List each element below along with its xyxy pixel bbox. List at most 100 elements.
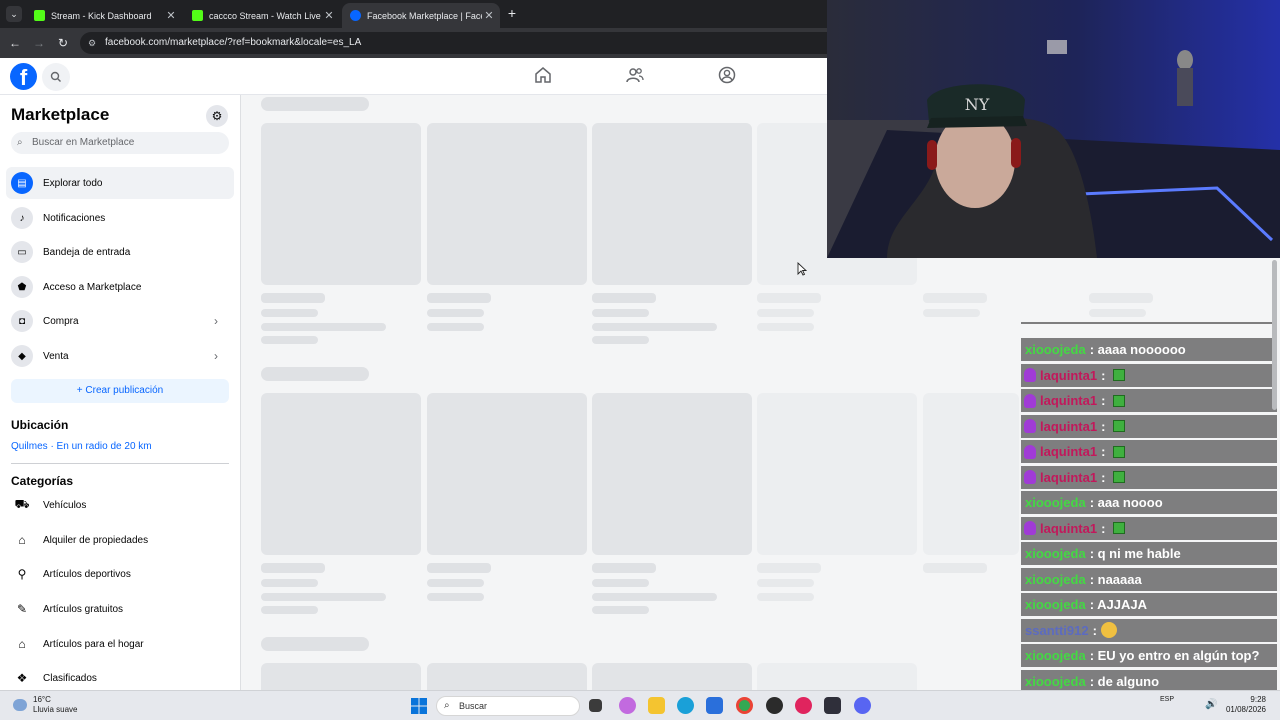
marketplace-search-input[interactable]: ⌕ Buscar en Marketplace: [11, 132, 229, 154]
location-link[interactable]: Quilmes · En un radio de 20 km: [11, 441, 152, 452]
friends-icon[interactable]: [626, 66, 646, 86]
chat-message: xiooojeda: de alguno: [1021, 669, 1277, 690]
sidebar-item-acceso[interactable]: ⬟ Acceso a Marketplace: [6, 271, 234, 303]
sidebar-item-explorar-todo[interactable]: ▤ Explorar todo: [6, 167, 234, 199]
skeleton-card: [592, 393, 752, 555]
category-hogar[interactable]: ⌂ Artículos para el hogar: [6, 628, 234, 660]
skeleton-heading: [261, 367, 369, 381]
shield-icon: ⬟: [11, 276, 33, 298]
search-icon[interactable]: [42, 63, 70, 91]
skeleton-line: [592, 606, 649, 614]
system-clock[interactable]: 9:28 01/08/2026: [1222, 695, 1266, 715]
webcam-app-icon[interactable]: [824, 697, 841, 714]
close-tab-icon[interactable]: ✕: [482, 9, 496, 22]
chat-message-text: :: [1092, 622, 1097, 638]
chat-message: laquinta1:: [1021, 414, 1277, 438]
chat-username[interactable]: ssantti912: [1025, 623, 1089, 638]
chat-message-text: : q ni me hable: [1089, 546, 1181, 561]
chat-username[interactable]: laquinta1: [1040, 393, 1097, 408]
chat-username[interactable]: xiooojeda: [1025, 597, 1086, 612]
site-info-icon[interactable]: ⚙: [88, 32, 96, 54]
volume-icon[interactable]: 🔊: [1205, 699, 1217, 710]
sidebar-item-venta[interactable]: ◆ Venta ›: [6, 340, 234, 372]
chat-username[interactable]: xiooojeda: [1025, 342, 1086, 357]
skeleton-line: [923, 293, 987, 303]
bag-icon: ◘: [11, 310, 33, 332]
taskbar-search-input[interactable]: ⌕ Buscar: [436, 696, 580, 716]
sidebar-item-bandeja[interactable]: ▭ Bandeja de entrada: [6, 236, 234, 268]
tab-kick-dashboard[interactable]: Stream - Kick Dashboard ✕: [26, 3, 182, 28]
search-placeholder: Buscar en Marketplace: [32, 137, 135, 148]
back-arrow-icon[interactable]: ←: [7, 35, 23, 51]
copilot-icon[interactable]: [619, 697, 636, 714]
category-vehiculos[interactable]: ⛟ Vehículos: [6, 489, 234, 521]
chat-username[interactable]: xiooojeda: [1025, 648, 1086, 663]
clock-time: 9:28: [1250, 695, 1266, 704]
recording-app-icon[interactable]: [795, 697, 812, 714]
chat-username[interactable]: xiooojeda: [1025, 546, 1086, 561]
category-gratuitos[interactable]: ✎ Artículos gratuitos: [6, 593, 234, 625]
chat-username[interactable]: laquinta1: [1040, 470, 1097, 485]
skeleton-line: [592, 309, 649, 317]
category-deportivos[interactable]: ⚲ Artículos deportivos: [6, 558, 234, 590]
category-label: Alquiler de propiedades: [43, 534, 149, 546]
discord-icon[interactable]: [854, 697, 871, 714]
file-explorer-icon[interactable]: [648, 697, 665, 714]
skeleton-line: [757, 293, 821, 303]
chat-username[interactable]: xiooojeda: [1025, 495, 1086, 510]
chat-message-text: :: [1101, 444, 1106, 459]
sidebar-item-notificaciones[interactable]: ♪ Notificaciones: [6, 202, 234, 234]
chat-message: xiooojeda: naaaaa: [1021, 567, 1277, 591]
skeleton-line: [427, 293, 491, 303]
home-icon[interactable]: [534, 66, 554, 86]
chat-username[interactable]: xiooojeda: [1025, 674, 1086, 689]
chat-username[interactable]: xiooojeda: [1025, 572, 1086, 587]
chat-username[interactable]: laquinta1: [1040, 419, 1097, 434]
windows-taskbar: 16°C Lluvia suave ⌕ Buscar ESP 🔊 9:28 01…: [0, 690, 1280, 720]
create-listing-button[interactable]: + Crear publicación: [11, 379, 229, 403]
start-windows-icon[interactable]: [411, 698, 427, 714]
tab-list-dropdown-icon[interactable]: ⌄: [6, 6, 22, 22]
skeleton-line: [427, 323, 484, 331]
storefront-icon: ▤: [11, 172, 33, 194]
chat-scrollbar[interactable]: [1272, 260, 1277, 410]
close-tab-icon[interactable]: ✕: [164, 9, 178, 22]
language-indicator[interactable]: ESP: [1160, 696, 1174, 703]
category-clasificados[interactable]: ❖ Clasificados: [6, 662, 234, 690]
chat-message: laquinta1:: [1021, 363, 1277, 387]
chat-username[interactable]: laquinta1: [1040, 521, 1097, 536]
forward-arrow-icon[interactable]: →: [31, 35, 47, 51]
facebook-logo-icon[interactable]: f: [10, 63, 37, 90]
edge-icon[interactable]: [677, 697, 694, 714]
chat-username[interactable]: laquinta1: [1040, 444, 1097, 459]
green-emote-icon: [1113, 471, 1126, 483]
chrome-icon[interactable]: [736, 697, 753, 714]
new-tab-icon[interactable]: +: [504, 5, 520, 21]
weather-widget[interactable]: 16°C Lluvia suave: [33, 695, 77, 715]
skeleton-line: [757, 593, 814, 601]
chat-message-text: : EU yo entro en algún top?: [1089, 648, 1260, 663]
skeleton-card: [592, 123, 752, 285]
task-view-icon[interactable]: [589, 699, 602, 712]
store-icon[interactable]: [706, 697, 723, 714]
skeleton-line: [261, 309, 318, 317]
chat-message-text: : aaaa noooooo: [1089, 342, 1186, 357]
tab-facebook-marketplace[interactable]: Facebook Marketplace | Facebo ✕: [342, 3, 500, 28]
chat-message-partial: [1021, 322, 1277, 324]
sidebar-item-compra[interactable]: ◘ Compra ›: [6, 305, 234, 337]
profile-icon[interactable]: [718, 66, 738, 86]
tab-kick-stream[interactable]: caccco Stream - Watch Live on ✕: [184, 3, 340, 28]
marketplace-sidebar: Marketplace ⚙ ⌕ Buscar en Marketplace ▤ …: [0, 95, 241, 690]
close-tab-icon[interactable]: ✕: [322, 9, 336, 22]
chat-message: ssantti912:: [1021, 618, 1277, 642]
chat-message-text: : de alguno: [1089, 673, 1160, 689]
reload-icon[interactable]: ↻: [55, 35, 71, 51]
category-label: Artículos para el hogar: [43, 638, 144, 650]
skeleton-line: [592, 563, 656, 573]
chat-username[interactable]: laquinta1: [1040, 368, 1097, 383]
kick-favicon-icon: [34, 10, 45, 21]
address-input[interactable]: ⚙ facebook.com/marketplace/?ref=bookmark…: [80, 32, 840, 54]
category-alquiler[interactable]: ⌂ Alquiler de propiedades: [6, 524, 234, 556]
obs-icon[interactable]: [766, 697, 783, 714]
settings-gear-icon[interactable]: ⚙: [206, 105, 228, 127]
